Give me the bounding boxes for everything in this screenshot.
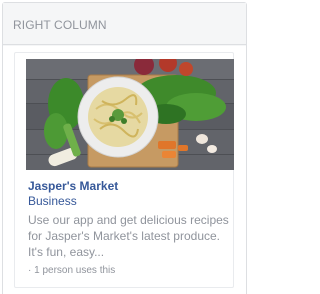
app-category: Business [28, 194, 77, 208]
app-cover-image[interactable] [26, 59, 234, 170]
app-name-link[interactable]: Jasper's Market [28, 179, 118, 193]
panel-body: Jasper's Market Business Use our app and… [3, 46, 246, 294]
panel-title: RIGHT COLUMN [13, 18, 107, 32]
right-column-panel: RIGHT COLUMN Jasper's Market Business Us… [2, 2, 247, 294]
app-description: Use our app and get delicious recipes fo… [28, 213, 229, 259]
panel-header: RIGHT COLUMN [3, 3, 246, 45]
app-card: Jasper's Market Business Use our app and… [14, 52, 234, 288]
food-photo [26, 59, 234, 170]
app-usage-count: · 1 person uses this [28, 265, 116, 276]
